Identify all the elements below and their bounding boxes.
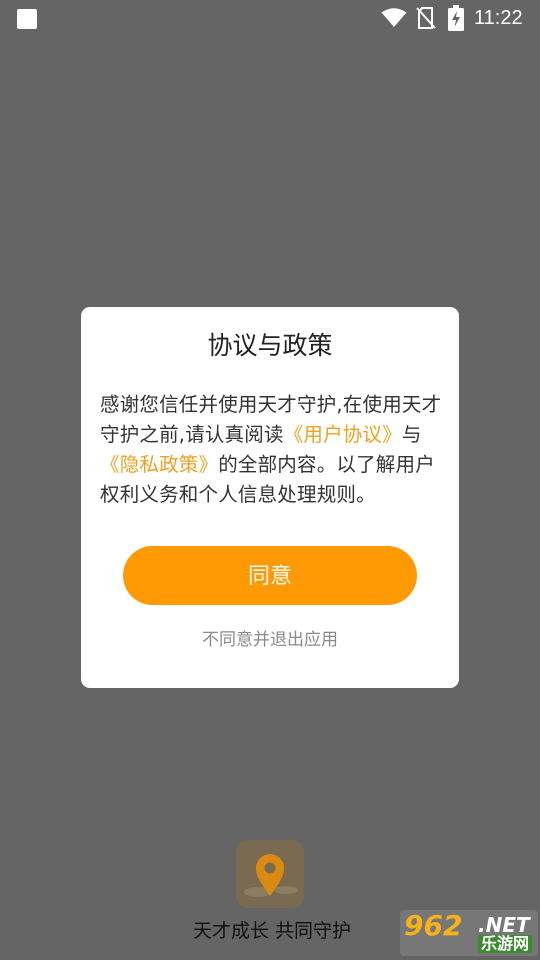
site-watermark: 962 .NET 乐游网 (400, 910, 538, 956)
watermark-number: 962 (404, 909, 463, 942)
notification-icon (17, 9, 37, 29)
battery-charging-icon (448, 5, 464, 31)
location-pin-icon (244, 854, 298, 897)
clock-time: 11:22 (474, 7, 523, 29)
dialog-body: 感谢您信任并使用天才守护,在使用天才守护之前,请认真阅读《用户协议》与《隐私政策… (100, 390, 442, 510)
app-logo (236, 840, 304, 908)
wifi-icon (381, 8, 407, 27)
status-bar: 11:22 (0, 0, 540, 36)
splash-slogan: 天才成长 共同守护 (192, 920, 352, 942)
watermark-suffix: .NET (478, 913, 530, 937)
user-agreement-link[interactable]: 《用户协议》 (284, 423, 402, 446)
policy-dialog: 协议与政策 感谢您信任并使用天才守护,在使用天才守护之前,请认真阅读《用户协议》… (81, 307, 459, 688)
agree-button[interactable]: 同意 (123, 546, 417, 605)
watermark-site-name: 乐游网 (478, 935, 533, 953)
privacy-policy-link[interactable]: 《隐私政策》 (100, 453, 218, 476)
no-sim-icon (416, 7, 436, 29)
body-text-and: 与 (401, 423, 422, 446)
dialog-title: 协议与政策 (207, 331, 333, 360)
disagree-exit-link[interactable]: 不同意并退出应用 (81, 629, 459, 651)
